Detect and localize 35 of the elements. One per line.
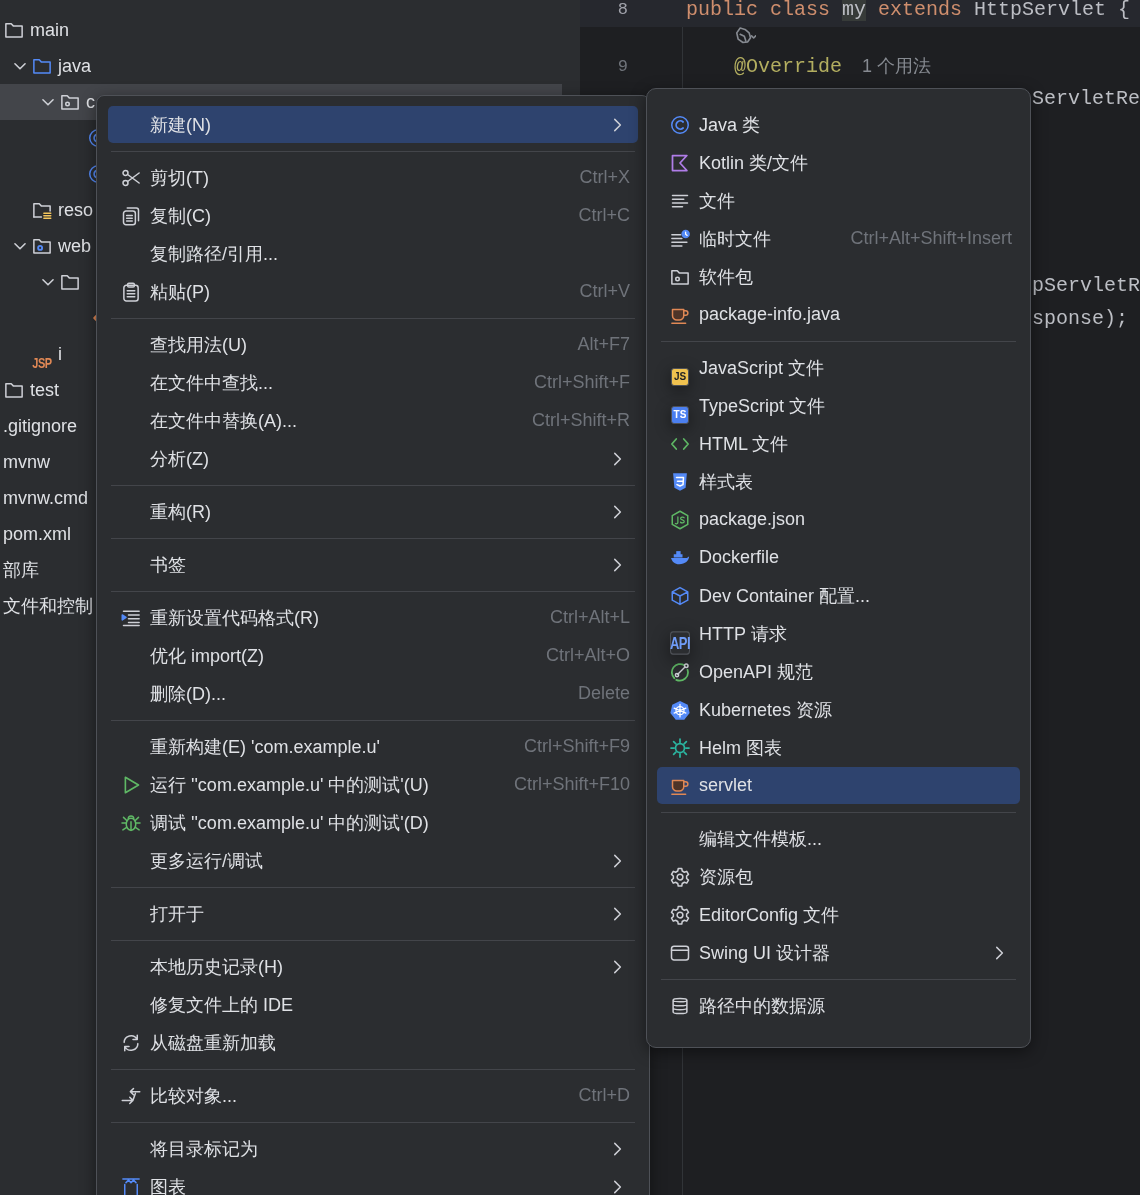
line-number: 9 [617,56,628,76]
shortcut-text: Ctrl+Alt+Shift+Insert [849,228,1012,249]
tree-label: reso [58,199,93,221]
code-token: extends [877,0,964,21]
file-type-icon: API [670,630,690,655]
shortcut-text: Alt+F7 [576,334,630,355]
tree-label: pom.xml [3,523,71,545]
code-token: sponse); [1032,307,1128,330]
tree-label: java [58,55,92,77]
tree-label: c [86,91,95,113]
tree-label: main [30,19,69,41]
shortcut-text: Ctrl+D [577,1085,630,1106]
tree-label: i [58,343,62,365]
file-type-icon: TS [671,405,689,424]
code-token: @Override [733,54,843,78]
shortcut-text: Ctrl+Alt+L [548,607,630,628]
code-token: my [842,0,867,21]
shortcut-text: Ctrl+X [578,167,630,188]
tree-label: web [58,235,92,257]
line-number: 8 [617,0,628,19]
tree-label: test [30,379,59,401]
shortcut-text: Delete [576,683,630,704]
file-type-icon: JS [671,367,689,386]
code-token: ServletRe [1032,87,1140,110]
code-token: public class [686,0,832,21]
code-token: HttpServlet { [974,0,1131,21]
file-type-label: JSP [32,353,52,371]
shortcut-text: Ctrl+Alt+O [544,645,630,666]
shortcut-text: Ctrl+Shift+F9 [522,736,630,757]
code-token: pServletR [1032,274,1140,297]
shortcut-text: Ctrl+Shift+F10 [512,774,630,795]
shortcut-text: Ctrl+V [578,281,630,302]
shortcut-text: Ctrl+Shift+F [532,372,630,393]
shortcut-text: Ctrl+Shift+R [530,410,630,431]
shortcut-text: Ctrl+C [577,205,630,226]
